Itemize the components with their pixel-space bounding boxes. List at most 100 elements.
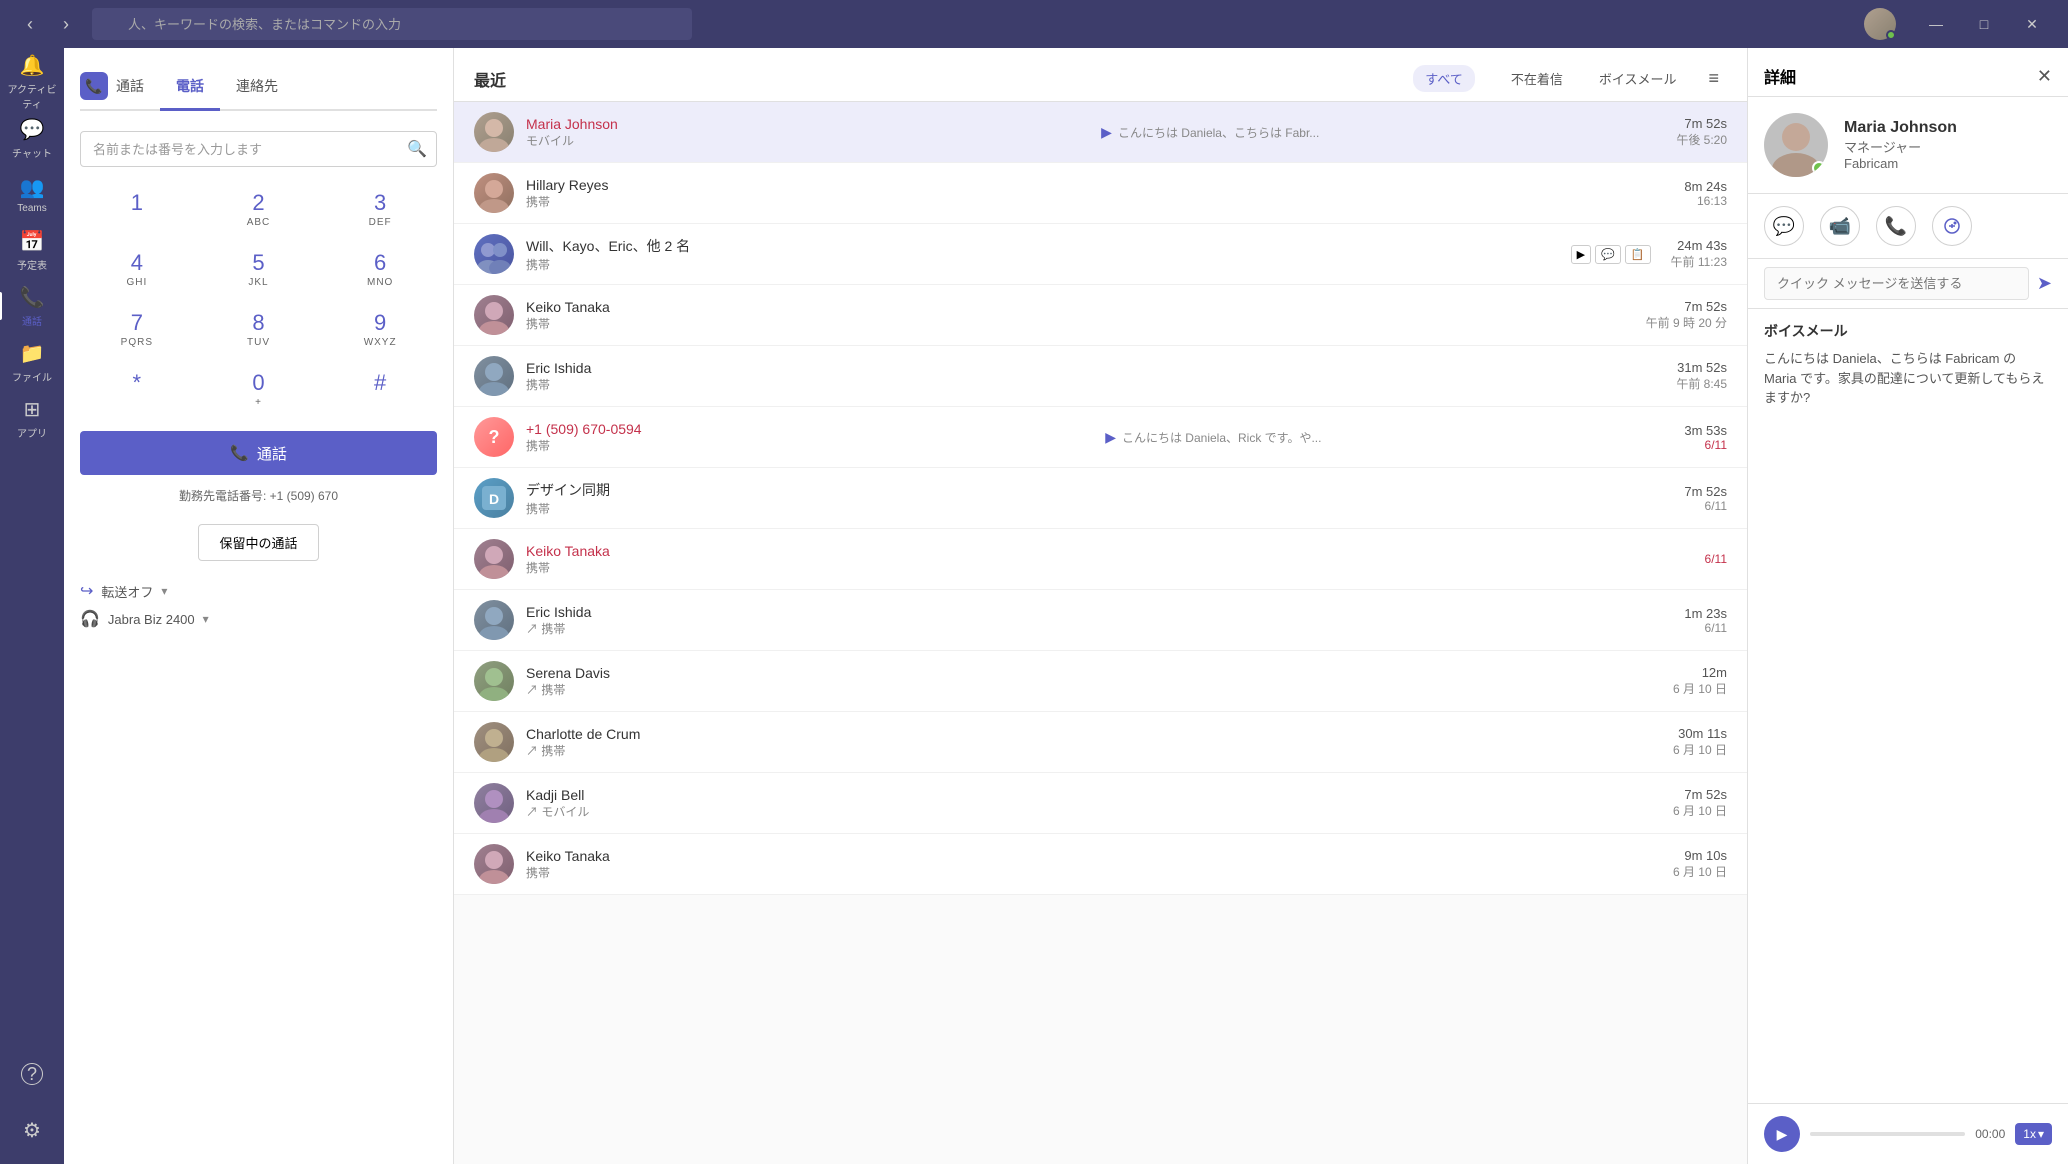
call-item[interactable]: Keiko Tanaka 携帯 7m 52s 午前 9 時 20 分 <box>454 285 1747 346</box>
caller-avatar <box>474 844 514 884</box>
sidebar-item-label: チャット <box>12 145 52 160</box>
sidebar-item-help[interactable]: ? <box>6 1048 58 1100</box>
dial-key-0[interactable]: 0 + <box>202 363 316 415</box>
sidebar-item-calendar[interactable]: 📅 予定表 <box>6 224 58 276</box>
detail-status-dot <box>1812 161 1826 175</box>
global-search-input[interactable] <box>92 8 692 40</box>
caller-type: 携帯 <box>526 256 1551 273</box>
filter-missed-button[interactable]: 不在着信 <box>1499 65 1575 92</box>
call-meta: 3m 53s 6/11 <box>1684 423 1727 452</box>
caller-info: Eric Ishida 携帯 <box>526 360 1089 393</box>
held-calls-button[interactable]: 保留中の通話 <box>198 524 318 561</box>
tab-phone-label: 電話 <box>176 76 204 96</box>
forward-button[interactable]: › <box>52 10 80 38</box>
caller-name: Will、Kayo、Eric、他 2 名 <box>526 236 1551 256</box>
sidebar-item-label: Teams <box>17 203 46 214</box>
call-duration: 7m 52s <box>1673 787 1727 802</box>
call-item[interactable]: Eric Ishida 携帯 31m 52s 午前 8:45 <box>454 346 1747 407</box>
call-item[interactable]: Keiko Tanaka 携帯 9m 10s 6 月 10 日 <box>454 834 1747 895</box>
send-message-button[interactable]: ➤ <box>2037 273 2052 294</box>
dial-key-1[interactable]: 1 <box>80 183 194 235</box>
back-button[interactable]: ‹ <box>16 10 44 38</box>
voicemail-section: ボイスメール こんにちは Daniela、こちらは Fabricam の Mar… <box>1748 309 2068 1103</box>
tab-phone[interactable]: 電話 <box>160 64 220 111</box>
dial-search-input[interactable] <box>80 131 437 167</box>
play-button[interactable]: ▶ <box>1764 1116 1800 1152</box>
caller-type: 携帯 <box>526 315 1074 332</box>
notes-icon: 📋 <box>1625 245 1651 264</box>
call-item[interactable]: D デザイン同期 携帯 7m 52s 6/11 <box>454 468 1747 529</box>
detail-close-button[interactable]: ✕ <box>2037 66 2052 87</box>
calls-icon: 📞 <box>20 285 45 310</box>
detail-call-button[interactable]: 📞 <box>1876 206 1916 246</box>
audio-speed-button[interactable]: 1x ▾ <box>2015 1123 2052 1145</box>
recent-header: 最近 すべて 不在着信 ボイスメール ≡ <box>454 48 1747 102</box>
device-row[interactable]: 🎧 Jabra Biz 2400 ▾ <box>80 609 437 629</box>
dial-sub: TUV <box>247 337 270 348</box>
settings-icon: ⚙ <box>23 1118 41 1143</box>
caller-name: Keiko Tanaka <box>526 299 1074 315</box>
dial-key-6[interactable]: 6 MNO <box>323 243 437 295</box>
caller-name: Maria Johnson <box>526 116 1081 132</box>
call-duration: 7m 52s <box>1646 299 1727 314</box>
sidebar-item-teams[interactable]: 👥 Teams <box>6 168 58 220</box>
dial-key-2[interactable]: 2 ABC <box>202 183 316 235</box>
message-input-row: ➤ <box>1748 259 2068 309</box>
filter-voicemail-button[interactable]: ボイスメール <box>1587 65 1689 92</box>
dial-key-hash[interactable]: # <box>323 363 437 415</box>
call-time: 6/11 <box>1684 438 1727 452</box>
detail-more-button[interactable] <box>1932 206 1972 246</box>
detail-video-button[interactable]: 📹 <box>1820 206 1860 246</box>
close-button[interactable]: ✕ <box>2012 8 2052 40</box>
sidebar-item-apps[interactable]: ⊞ アプリ <box>6 392 58 444</box>
sidebar-item-activity[interactable]: 🔔 アクティビティ <box>6 56 58 108</box>
caller-type: ↗ モバイル <box>526 803 1087 820</box>
dial-search-icon: 🔍 <box>407 139 427 159</box>
call-item[interactable]: Will、Kayo、Eric、他 2 名 携帯 ▶ 💬 📋 24m 43s 午前… <box>454 224 1747 285</box>
search-container: 🔍 <box>92 8 692 40</box>
sidebar-item-calls[interactable]: 📞 通話 <box>6 280 58 332</box>
quick-message-input[interactable] <box>1764 267 2029 300</box>
dial-num: 7 <box>131 310 143 336</box>
held-calls-label: 保留中の通話 <box>219 536 297 551</box>
tab-contacts[interactable]: 連絡先 <box>220 64 294 111</box>
dial-key-3[interactable]: 3 DEF <box>323 183 437 235</box>
dial-key-8[interactable]: 8 TUV <box>202 303 316 355</box>
filter-all-button[interactable]: すべて <box>1413 65 1475 92</box>
dial-sub: WXYZ <box>364 337 397 348</box>
caller-avatar <box>474 356 514 396</box>
caller-name: Keiko Tanaka <box>526 543 1103 559</box>
speed-label: 1x <box>2023 1127 2036 1141</box>
call-item[interactable]: Serena Davis ↗ 携帯 12m 6 月 10 日 <box>454 651 1747 712</box>
call-item[interactable]: Keiko Tanaka 携帯 6/11 <box>454 529 1747 590</box>
call-item[interactable]: Charlotte de Crum ↗ 携帯 30m 11s 6 月 10 日 <box>454 712 1747 773</box>
forward-row[interactable]: ↪ 転送オフ ▾ <box>80 581 437 601</box>
caller-type: 携帯 <box>526 376 1089 393</box>
sidebar-item-settings[interactable]: ⚙ <box>6 1104 58 1156</box>
sidebar-item-chat[interactable]: 💬 チャット <box>6 112 58 164</box>
maximize-button[interactable]: □ <box>1964 8 2004 40</box>
dial-key-4[interactable]: 4 GHI <box>80 243 194 295</box>
call-item[interactable]: Maria Johnson モバイル ▶ こんにちは Daniela、こちらは … <box>454 102 1747 163</box>
sidebar: 🔔 アクティビティ 💬 チャット 👥 Teams 📅 予定表 📞 通話 📁 ファ… <box>0 48 64 1164</box>
caller-avatar <box>474 722 514 762</box>
sidebar-item-files[interactable]: 📁 ファイル <box>6 336 58 388</box>
dial-key-5[interactable]: 5 JKL <box>202 243 316 295</box>
minimize-button[interactable]: — <box>1916 8 1956 40</box>
audio-progress-bar[interactable] <box>1810 1132 1965 1136</box>
dial-key-7[interactable]: 7 PQRS <box>80 303 194 355</box>
more-options-button[interactable]: ≡ <box>1700 64 1727 93</box>
call-item[interactable]: Eric Ishida ↗ 携帯 1m 23s 6/11 <box>454 590 1747 651</box>
call-item[interactable]: Hillary Reyes 携帯 8m 24s 16:13 <box>454 163 1747 224</box>
dial-num: 0 <box>252 370 264 396</box>
tab-calls[interactable]: 📞 通話 <box>80 64 160 111</box>
caller-name: Keiko Tanaka <box>526 848 1087 864</box>
detail-chat-button[interactable]: 💬 <box>1764 206 1804 246</box>
recent-title: 最近 <box>474 67 1401 91</box>
dial-key-star[interactable]: * <box>80 363 194 415</box>
call-item[interactable]: Kadji Bell ↗ モバイル 7m 52s 6 月 10 日 <box>454 773 1747 834</box>
dial-key-9[interactable]: 9 WXYZ <box>323 303 437 355</box>
call-item[interactable]: ? +1 (509) 670-0594 携帯 ▶ こんにちは Daniela、R… <box>454 407 1747 468</box>
call-button[interactable]: 📞 通話 <box>80 431 437 475</box>
svg-text:D: D <box>489 491 499 507</box>
